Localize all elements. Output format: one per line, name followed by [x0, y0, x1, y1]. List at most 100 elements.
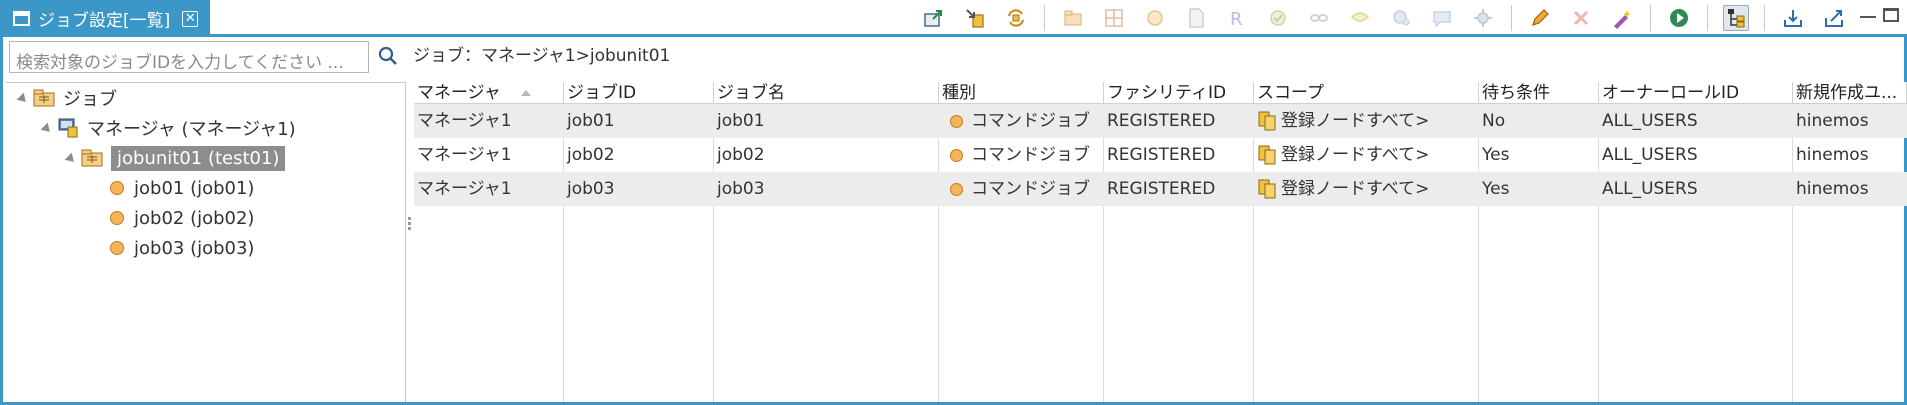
edit-icon[interactable]: [1527, 5, 1553, 31]
tree-node-label: job02 (job02): [134, 207, 255, 229]
column-header-wait-condition[interactable]: 待ち条件: [1479, 82, 1599, 104]
tree-node-label: jobunit01 (test01): [111, 145, 286, 171]
resource-job-icon[interactable]: [1429, 5, 1455, 31]
delete-icon[interactable]: [1568, 5, 1594, 31]
tree-node-label: ジョブ: [63, 89, 117, 110]
column-header-job-id[interactable]: ジョブID: [564, 82, 714, 104]
column-header-type[interactable]: 種別: [939, 82, 1104, 104]
cell-facility-id: REGISTERED: [1107, 111, 1216, 131]
expand-toggle-icon[interactable]: [16, 92, 30, 106]
run-icon[interactable]: [1666, 5, 1692, 31]
job-icon[interactable]: [1142, 5, 1168, 31]
job-table: マネージャ ジョブID ジョブ名 種別 ファシリティID スコープ 待ち条件 オ…: [414, 82, 1907, 402]
tree-node-manager[interactable]: マネージャ (マネージャ1): [40, 113, 296, 143]
expand-toggle-icon[interactable]: [64, 152, 78, 166]
jobunit-icon: [81, 149, 103, 167]
cell-wait-condition: Yes: [1482, 179, 1510, 199]
export-wizard-icon[interactable]: [1821, 5, 1847, 31]
reference-job-icon[interactable]: R: [1224, 5, 1250, 31]
jobnet-icon[interactable]: [1101, 5, 1127, 31]
scope-icon: [1258, 179, 1276, 199]
export-icon[interactable]: [921, 5, 947, 31]
breadcrumb: ジョブ：マネージャ1>jobunit01: [413, 46, 671, 66]
tree-node-job[interactable]: job01 (job01): [110, 173, 254, 203]
job-icon: [110, 181, 124, 195]
cell-type: コマンドジョブ: [939, 104, 1104, 138]
cell-wait-condition: Yes: [1482, 145, 1510, 165]
cell-job-id: job03: [567, 179, 615, 199]
folder-icon: [33, 89, 55, 107]
tree-node-label: job01 (job01): [134, 177, 255, 199]
minimize-icon[interactable]: [1860, 8, 1876, 18]
cell-type: コマンドジョブ: [939, 138, 1104, 172]
rpa-job-icon[interactable]: [1388, 5, 1414, 31]
job-search-input[interactable]: 検索対象のジョブIDを入力してください ...: [9, 41, 369, 73]
cell-owner-role-id: ALL_USERS: [1602, 145, 1698, 165]
command-job-icon: [950, 182, 963, 196]
scope-icon: [1258, 111, 1276, 131]
search-icon[interactable]: [377, 45, 399, 67]
toolbar-separator: [1764, 5, 1765, 31]
column-header-facility-id[interactable]: ファシリティID: [1104, 82, 1254, 104]
cell-scope: 登録ノードすべて>: [1254, 172, 1479, 206]
tree-node-label: job03 (job03): [134, 237, 255, 259]
column-header-owner-role-id[interactable]: オーナーロールID: [1599, 82, 1793, 104]
scope-icon: [1258, 145, 1276, 165]
cell-job-name: job03: [717, 179, 765, 199]
table-row[interactable]: マネージャ1 job02 job02 コマンドジョブ REGISTERED 登録…: [414, 138, 1907, 172]
import-icon[interactable]: [962, 5, 988, 31]
tree-node-job[interactable]: job02 (job02): [110, 203, 254, 233]
cell-job-id: job02: [567, 145, 615, 165]
cell-wait-condition: No: [1482, 111, 1506, 131]
cell-job-name: job01: [717, 111, 765, 131]
monitor-job-icon[interactable]: [1306, 5, 1332, 31]
cell-owner-role-id: ALL_USERS: [1602, 111, 1698, 131]
toolbar-separator: [1511, 5, 1512, 31]
cell-creator: hinemos: [1796, 145, 1869, 165]
cell-job-id: job01: [567, 111, 615, 131]
column-header-job-name[interactable]: ジョブ名: [714, 82, 939, 104]
sync-icon[interactable]: [1003, 5, 1029, 31]
cell-job-name: job02: [717, 145, 765, 165]
cell-manager: マネージャ1: [417, 111, 512, 131]
jobunit-icon[interactable]: [1060, 5, 1086, 31]
cell-manager: マネージャ1: [417, 145, 512, 165]
column-header-manager[interactable]: マネージャ: [414, 82, 564, 104]
filecheck-job-icon[interactable]: [1347, 5, 1373, 31]
cell-creator: hinemos: [1796, 179, 1869, 199]
table-header: マネージャ ジョブID ジョブ名 種別 ファシリティID スコープ 待ち条件 オ…: [414, 82, 1907, 104]
tab-job-settings-list[interactable]: ジョブ設定[一覧] ✕: [3, 0, 210, 37]
clear-icon[interactable]: [1609, 5, 1635, 31]
jobnet-ref-icon[interactable]: [1470, 5, 1496, 31]
tree-node-root[interactable]: ジョブ: [16, 83, 117, 113]
toolbar-separator: [1707, 5, 1708, 31]
job-tree: ジョブ マネージャ (マネージャ1) jobunit01 (test01) jo…: [6, 82, 406, 402]
tree-view-icon[interactable]: [1723, 5, 1749, 31]
cell-manager: マネージャ1: [417, 179, 512, 199]
tree-node-label: マネージャ (マネージャ1): [87, 119, 296, 140]
column-header-scope[interactable]: スコープ: [1254, 82, 1479, 104]
maximize-icon[interactable]: [1883, 8, 1899, 22]
tree-node-jobunit[interactable]: jobunit01 (test01): [64, 143, 286, 173]
view-tab-bar: ジョブ設定[一覧] ✕ R: [3, 0, 1907, 37]
cell-creator: hinemos: [1796, 111, 1869, 131]
table-row[interactable]: マネージャ1 job03 job03 コマンドジョブ REGISTERED 登録…: [414, 172, 1907, 206]
command-job-icon: [950, 114, 963, 128]
job-icon: [110, 211, 124, 225]
toolbar-separator: [1650, 5, 1651, 31]
manager-icon: [58, 118, 78, 138]
import-wizard-icon[interactable]: [1780, 5, 1806, 31]
cell-scope: 登録ノードすべて>: [1254, 104, 1479, 138]
svg-text:R: R: [1230, 9, 1243, 29]
tree-node-job[interactable]: job03 (job03): [110, 233, 254, 263]
expand-toggle-icon[interactable]: [40, 122, 54, 136]
toolbar-separator: [1044, 5, 1045, 31]
cell-facility-id: REGISTERED: [1107, 179, 1216, 199]
file-job-icon[interactable]: [1183, 5, 1209, 31]
approval-job-icon[interactable]: [1265, 5, 1291, 31]
table-row[interactable]: マネージャ1 job01 job01 コマンドジョブ REGISTERED 登録…: [414, 104, 1907, 138]
column-header-creator[interactable]: 新規作成ユ...: [1793, 82, 1907, 104]
close-icon[interactable]: ✕: [182, 10, 199, 27]
command-job-icon: [950, 148, 963, 162]
tab-label: ジョブ設定[一覧]: [38, 11, 171, 31]
